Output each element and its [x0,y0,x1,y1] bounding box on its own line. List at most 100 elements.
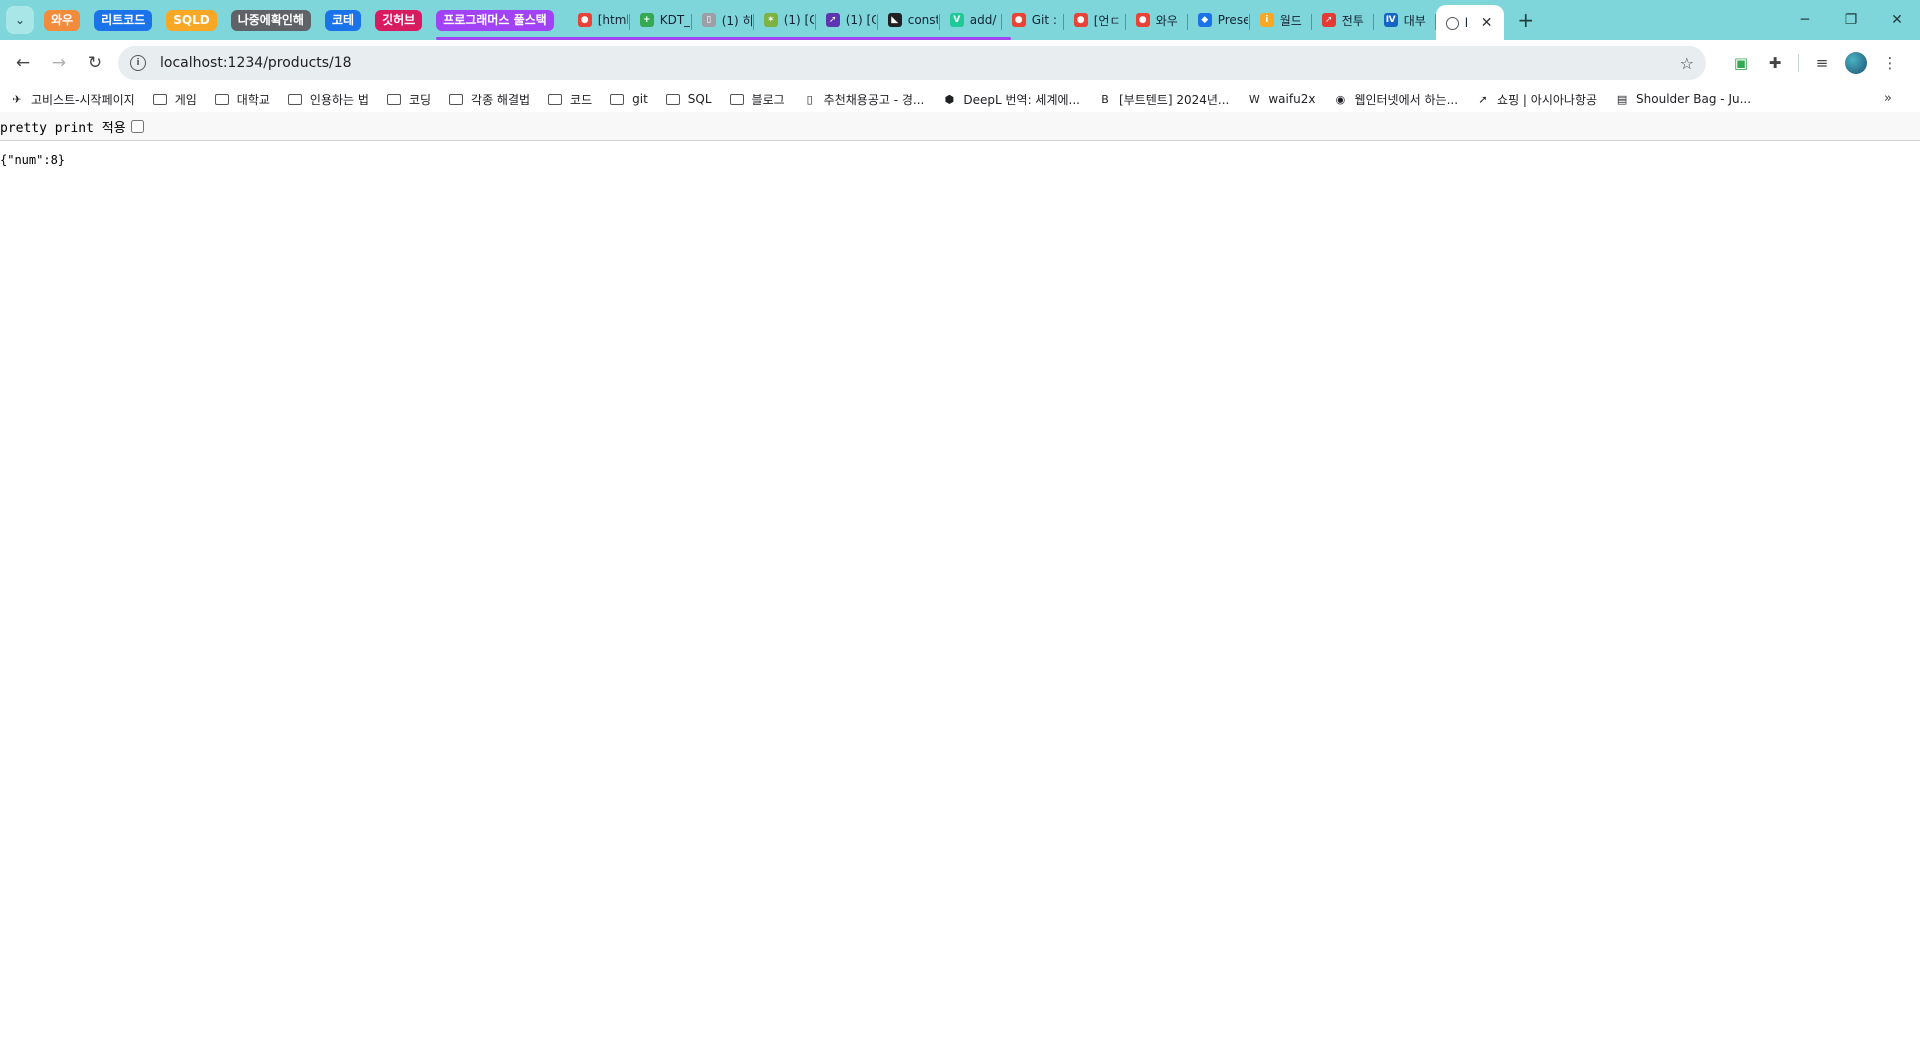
browser-tab[interactable]: ➚ 전투 [1312,5,1374,35]
tab-title: (1) [C [783,13,814,27]
extension-icon[interactable]: ▣ [1724,46,1758,80]
bookmark-favicon-icon: B [1101,92,1109,106]
folder-icon [152,93,167,105]
bookmark-folder[interactable]: 게임 [152,91,197,108]
bookmark-item[interactable]: ➚ 쇼핑 | 아시아나항공 [1476,91,1597,108]
browser-tab[interactable]: i 월드 [1250,5,1312,35]
tab-search-button[interactable]: ⌄ [6,6,34,34]
bookmark-folder[interactable]: git [610,92,648,106]
tab-group-chip[interactable]: 와우 [44,9,81,31]
address-url[interactable]: localhost:1234/products/18 [160,55,1680,71]
browser-tab[interactable]: Ⅳ 대부 [1374,5,1436,35]
tab-title: Git : [1031,13,1057,27]
bookmark-favicon-icon: ⬢ [944,92,955,106]
bookmark-folder[interactable]: 코드 [548,91,592,108]
tab-group-chip[interactable]: SQLD [166,9,217,31]
bookmark-label: git [632,92,648,106]
browser-tab[interactable]: ● 와우 [1126,5,1188,35]
globe-icon [1445,16,1459,30]
tab-groups: 와우 리트코드 SQLD 나중에확인해 코테 깃허브 프로그래머스 풀스택 [44,0,1009,40]
restore-button[interactable]: ❐ [1828,0,1874,40]
browser-tab[interactable]: ● [언ㄷ [1064,5,1126,35]
minimize-button[interactable]: ─ [1782,0,1828,40]
bookmark-favicon-icon: ➚ [1478,92,1488,106]
reload-icon: ↻ [87,53,103,73]
new-tab-button[interactable]: + [1512,6,1540,34]
browser-tab[interactable]: ◆ Prese [1188,5,1250,35]
bookmark-label: 대학교 [236,92,270,107]
tab-title: add/ [969,13,997,27]
bookmark-label: 웹인터넷에서 하는... [1354,92,1459,107]
site-info-icon[interactable]: i [130,55,146,71]
back-button[interactable]: ← [6,46,40,80]
toolbar-divider [1798,54,1799,72]
tab-title: 월드 [1279,13,1302,28]
window-controls: ─ ❐ ✕ [1782,0,1920,40]
bookmark-item[interactable]: ◉ 웹인터넷에서 하는... [1333,91,1458,108]
folder-icon [729,93,744,105]
folder-icon [610,93,625,105]
bookmark-favicon-icon: ▯ [806,92,813,106]
puzzle-icon[interactable]: ✚ [1758,46,1792,80]
profile-button[interactable] [1839,46,1873,80]
browser-tab[interactable]: ◣ const [878,5,940,35]
json-body: {"num":8} [0,153,66,167]
bookmark-item[interactable]: Wwaifu2x [1247,92,1316,106]
bookmark-folder[interactable]: 각종 해결법 [449,91,530,108]
tab-title: 대부 [1403,13,1426,28]
browser-tab[interactable]: ➚ (1) [C [816,5,878,35]
bookmark-label: 쇼핑 | 아시아나항공 [1497,92,1598,107]
tab-group-chip[interactable]: 코테 [324,9,362,31]
folder-icon [548,93,563,105]
bookmark-item[interactable]: ▯ 추천채용공고 - 경... [803,91,925,108]
bookmark-item[interactable]: ✈ 고비스트-시작페이지 [10,91,135,108]
bookmark-folder[interactable]: 블로그 [729,91,785,108]
folder-icon [214,93,229,105]
bookmark-star-icon[interactable]: ☆ [1680,54,1694,73]
bookmark-favicon-icon: ✈ [12,92,22,106]
menu-icon[interactable]: ⋮ [1873,46,1907,80]
address-bar[interactable]: i localhost:1234/products/18 ☆ [118,46,1706,80]
bookmark-label: waifu2x [1268,92,1316,106]
bookmark-favicon-icon: ◉ [1335,92,1346,106]
browser-tab[interactable]: ✶ (1) [C [754,5,816,35]
current-tab[interactable]: l ✕ [1435,5,1504,41]
bookmark-label: [부트텐트] 2024년... [1118,92,1230,107]
tab-favicon-icon: ◣ [887,13,902,27]
folder-icon [449,93,464,105]
tab-title: (1) 히 [721,13,752,28]
bookmark-item[interactable]: ▤ Shoulder Bag - Ju... [1615,92,1751,106]
bookmark-folder[interactable]: 대학교 [214,91,270,108]
tab-favicon-icon: ● [1073,13,1088,27]
tab-group-chip[interactable]: 깃허브 [375,9,423,31]
close-tab-icon[interactable]: ✕ [1481,15,1493,31]
bookmark-folder[interactable]: 코딩 [386,91,431,108]
tab-list: ● [html + KDT_ ▯ (1) 히 ✶ (1) [C ➚ (1) [C ◣ const Vad… [568,0,1436,40]
bookmark-label: 고비스트-시작페이지 [31,92,135,107]
bookmark-item[interactable]: B [부트텐트] 2024년... [1098,91,1229,108]
tab-title: [언ㄷ [1093,13,1121,28]
tab-title: [html [597,13,628,27]
reload-button[interactable]: ↻ [78,46,112,80]
tab-group-chip[interactable]: 나중에확인해 [230,9,311,31]
bookmarks-overflow-button[interactable]: » [1884,91,1892,106]
tab-favicon-icon: ● [577,13,592,27]
browser-tab[interactable]: ● Git : [1002,5,1064,35]
pretty-print-checkbox[interactable] [130,119,144,133]
folder-icon [287,93,302,105]
close-window-button[interactable]: ✕ [1874,0,1920,40]
browser-tab[interactable]: ▯ (1) 히 [692,5,754,35]
bookmark-folder[interactable]: SQL [665,92,712,106]
browser-tab[interactable]: ● [html [568,5,630,35]
bookmark-folder[interactable]: 인용하는 법 [287,91,369,108]
forward-button[interactable]: → [42,46,76,80]
browser-tab[interactable]: Vadd/ [940,5,1002,35]
toolbar-extensions: ▣ ✚ ≡ ⋮ [1724,46,1907,80]
bookmark-item[interactable]: ⬢ DeepL 번역: 세계에... [942,91,1080,108]
tab-strip: ⌄ 와우 리트코드 SQLD 나중에확인해 코테 깃허브 프로그래머스 풀스택 ● [html… [0,0,1920,41]
browser-tab[interactable]: + KDT_ [630,5,692,35]
media-controls-icon[interactable]: ≡ [1805,46,1839,80]
tab-favicon-icon: V [949,13,964,27]
tab-group-chip[interactable]: 리트코드 [94,9,153,31]
tab-group-chip[interactable]: 프로그래머스 풀스택 [436,9,1009,40]
